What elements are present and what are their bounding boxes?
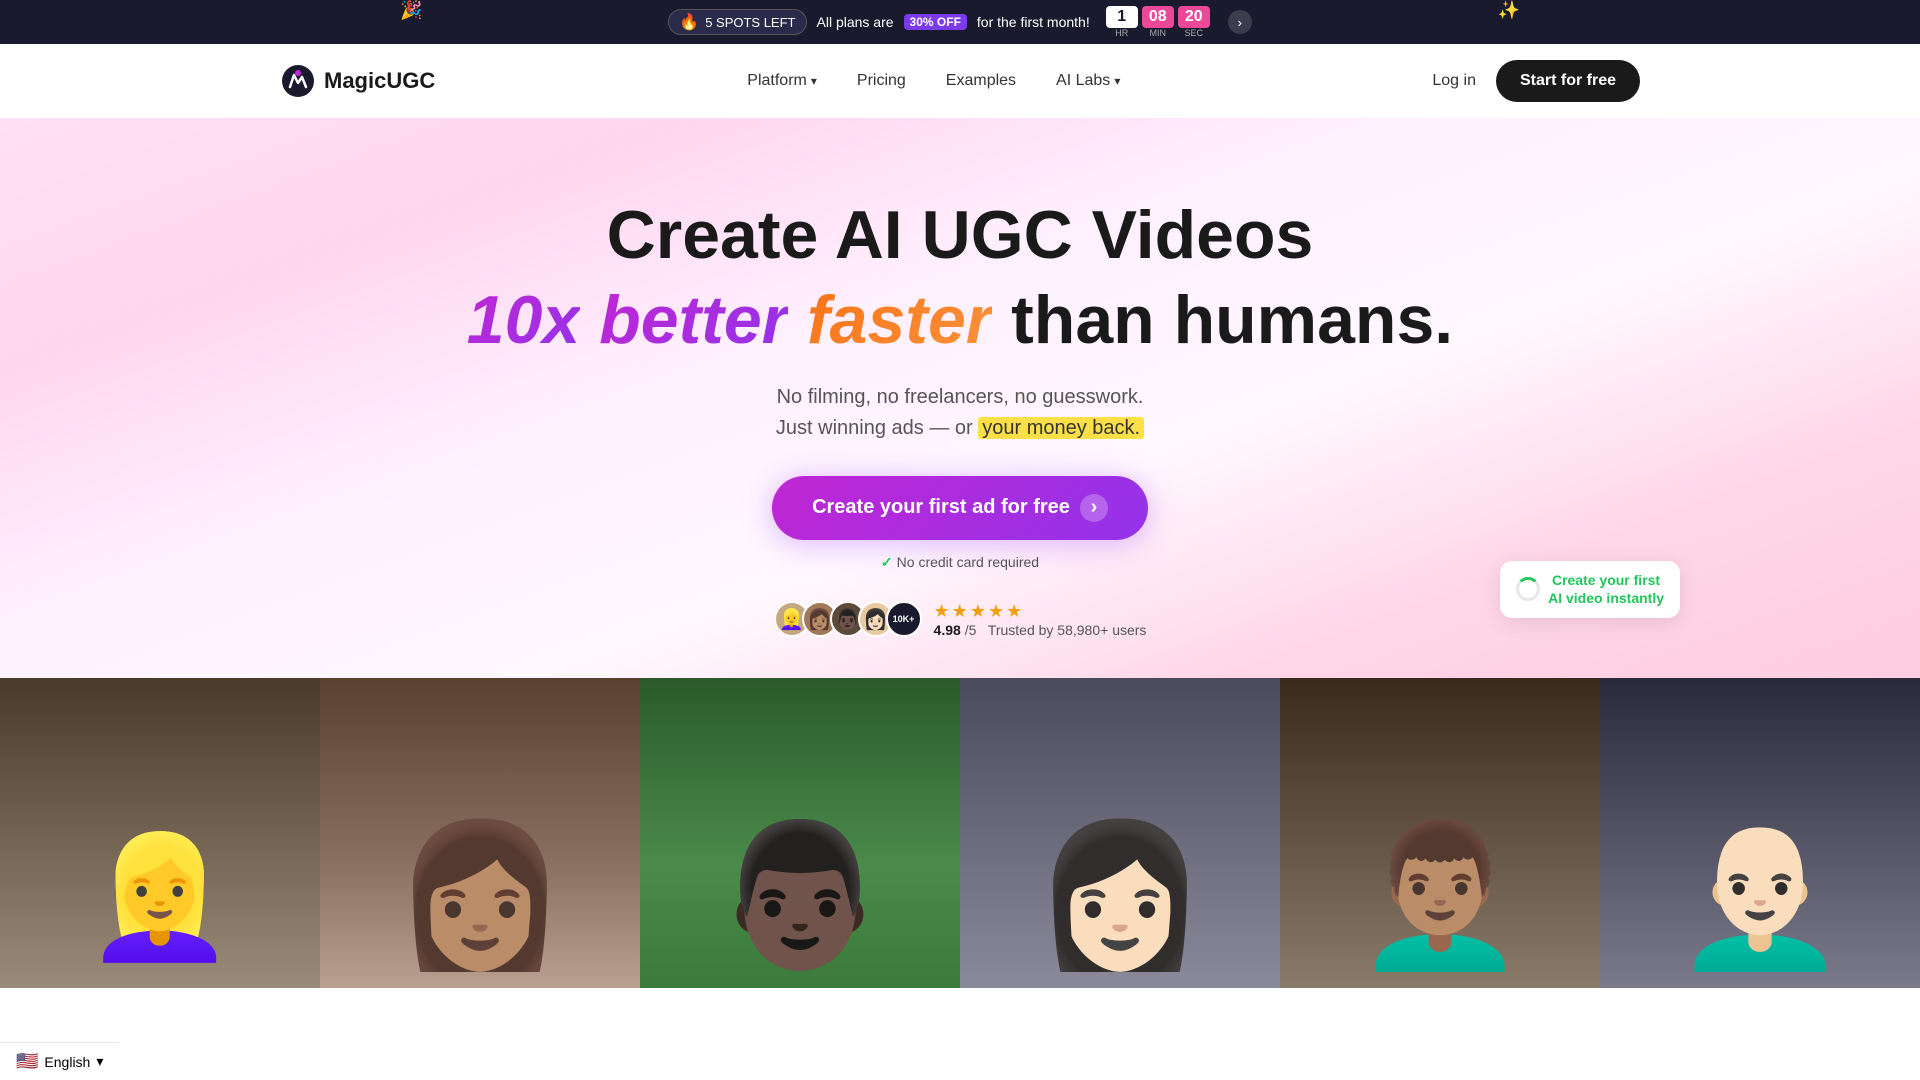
face-placeholder-6: 👨🏻‍🦲 — [1600, 678, 1920, 988]
video-card-2[interactable]: 👩🏽 — [320, 678, 640, 988]
video-card-6[interactable]: 👨🏻‍🦲 — [1600, 678, 1920, 988]
face-placeholder-3: 👨🏿 — [640, 678, 960, 988]
confetti-left: 🎉 — [400, 0, 422, 21]
language-chevron-icon: ▾ — [96, 1053, 103, 1070]
nav-examples-link[interactable]: Examples — [946, 72, 1016, 90]
face-placeholder-4: 👩🏻 — [960, 678, 1280, 988]
nav-pricing-label: Pricing — [857, 72, 906, 90]
platform-chevron-icon: ▾ — [811, 74, 817, 88]
avatar-count-badge: 10K+ — [886, 601, 922, 637]
hero-desc1: No filming, no freelancers, no guesswork… — [20, 386, 1900, 409]
confetti-right: ✨ — [1498, 0, 1520, 21]
countdown-timer: 1 HR 08 MIN 20 SEC — [1106, 6, 1210, 38]
rating-text: 4.98 /5 Trusted by 58,980+ users — [934, 622, 1147, 638]
top-banner: 🎉 🔥 5 SPOTS LEFT All plans are 30% OFF f… — [0, 0, 1920, 44]
rating-block: ★★★★★ 4.98 /5 Trusted by 58,980+ users — [934, 601, 1147, 638]
spots-text: 5 SPOTS LEFT — [705, 15, 795, 30]
nav-links: Platform ▾ Pricing Examples AI Labs ▾ — [747, 72, 1120, 90]
cta-arrow-icon: › — [1080, 494, 1108, 522]
nav-right: Log in Start for free — [1432, 60, 1640, 102]
nav-platform-label: Platform — [747, 72, 807, 90]
promo-text: All plans are — [817, 14, 894, 30]
fire-icon: 🔥 — [679, 12, 699, 32]
tooltip-text: Create your first AI video instantly — [1548, 571, 1664, 607]
video-card-4[interactable]: 👩🏻 — [960, 678, 1280, 988]
star-icons: ★★★★★ — [934, 601, 1025, 622]
minutes-label: MIN — [1149, 28, 1166, 38]
language-label: English — [44, 1054, 90, 1070]
start-free-button[interactable]: Start for free — [1496, 60, 1640, 102]
hero-title-line1: Create AI UGC Videos — [20, 198, 1900, 273]
check-icon: ✓ — [881, 554, 893, 571]
hero-section: Create AI UGC Videos 10x better faster t… — [0, 118, 1920, 678]
floating-tooltip: Create your first AI video instantly — [1500, 561, 1680, 617]
seconds-value: 20 — [1178, 6, 1210, 28]
no-credit-card-text: ✓ No credit card required — [881, 554, 1039, 571]
face-placeholder-5: 👨🏽‍🦱 — [1280, 678, 1600, 988]
hero-subtitle: 10x better faster than humans. — [20, 283, 1900, 358]
hero-desc2-prefix: Just winning ads — or — [776, 417, 973, 439]
face-placeholder-1: 👱‍♀️ — [0, 678, 320, 988]
spinner-icon — [1516, 577, 1540, 601]
language-flag: 🇺🇸 — [16, 1051, 38, 1072]
no-cc-label: No credit card required — [897, 554, 1039, 570]
social-proof: 👱‍♀️ 👩🏽 👨🏿 👩🏻 10K+ ★★★★★ 4.98 /5 Trusted… — [774, 601, 1147, 638]
hours-unit: 1 HR — [1106, 6, 1138, 38]
logo-icon — [280, 63, 316, 99]
rating-denom: /5 — [965, 622, 977, 638]
logo-text: MagicUGC — [324, 68, 435, 94]
cta-label: Create your first ad for free — [812, 496, 1070, 519]
banner-arrow-button[interactable]: › — [1228, 10, 1252, 34]
nav-platform-link[interactable]: Platform ▾ — [747, 72, 817, 90]
hero-desc2: Just winning ads — or your money back. — [20, 417, 1900, 440]
ailabs-chevron-icon: ▾ — [1114, 74, 1120, 88]
nav-examples-label: Examples — [946, 72, 1016, 90]
login-button[interactable]: Log in — [1432, 72, 1476, 90]
rating-number: 4.98 — [934, 622, 961, 638]
hours-value: 1 — [1106, 6, 1138, 28]
hero-better-word: better — [599, 282, 788, 358]
seconds-label: SEC — [1184, 28, 1203, 38]
language-bar[interactable]: 🇺🇸 English ▾ — [0, 1042, 119, 1080]
nav-ailabs-link[interactable]: AI Labs ▾ — [1056, 72, 1120, 90]
cta-button[interactable]: Create your first ad for free › — [772, 476, 1148, 540]
hero-money-back: your money back. — [978, 417, 1144, 439]
video-gallery: 👱‍♀️ 👩🏽 👨🏿 👩🏻 👨🏽‍🦱 👨🏻‍🦲 — [0, 678, 1920, 988]
hero-faster-word: faster — [807, 282, 992, 358]
discount-badge: 30% OFF — [904, 14, 967, 30]
video-card-3[interactable]: 👨🏿 — [640, 678, 960, 988]
nav-pricing-link[interactable]: Pricing — [857, 72, 906, 90]
avatar-group: 👱‍♀️ 👩🏽 👨🏿 👩🏻 10K+ — [774, 601, 922, 637]
hero-than-humans: than humans. — [1011, 282, 1453, 358]
spots-badge: 🔥 5 SPOTS LEFT — [668, 9, 806, 35]
trusted-text: Trusted by 58,980+ users — [988, 622, 1147, 638]
hours-label: HR — [1115, 28, 1128, 38]
minutes-value: 08 — [1142, 6, 1174, 28]
tooltip-line1: Create your first — [1548, 571, 1664, 589]
tooltip-line2: AI video instantly — [1548, 589, 1664, 607]
video-card-5[interactable]: 👨🏽‍🦱 — [1280, 678, 1600, 988]
seconds-unit: 20 SEC — [1178, 6, 1210, 38]
minutes-unit: 08 MIN — [1142, 6, 1174, 38]
face-placeholder-2: 👩🏽 — [320, 678, 640, 988]
hero-10x: 10x — [467, 282, 580, 358]
logo-link[interactable]: MagicUGC — [280, 63, 435, 99]
main-nav: MagicUGC Platform ▾ Pricing Examples AI … — [0, 44, 1920, 118]
video-card-1[interactable]: 👱‍♀️ — [0, 678, 320, 988]
nav-ailabs-label: AI Labs — [1056, 72, 1110, 90]
promo-text2: for the first month! — [977, 14, 1090, 30]
